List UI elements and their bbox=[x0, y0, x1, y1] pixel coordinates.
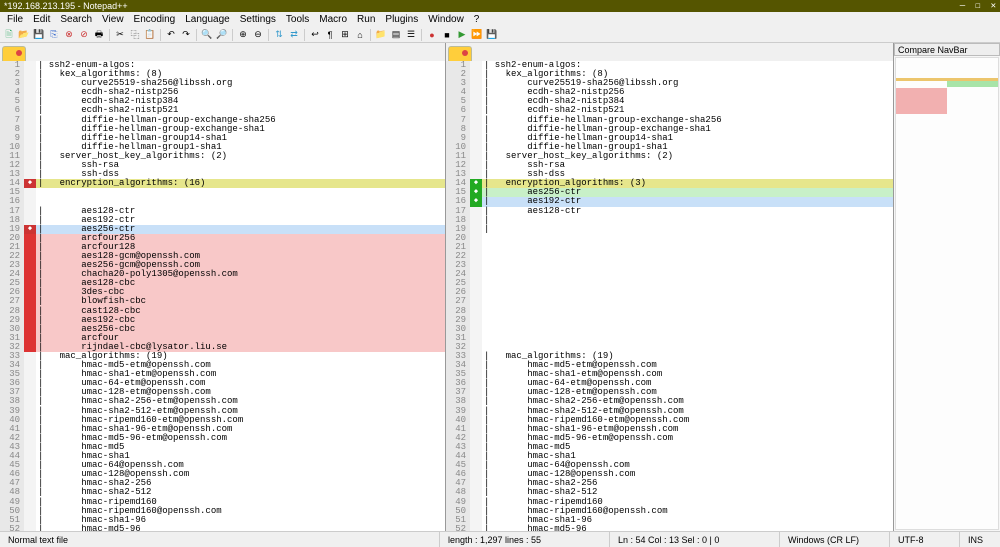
status-eol: Windows (CR LF) bbox=[780, 532, 890, 547]
separator bbox=[109, 29, 110, 41]
replace-icon[interactable]: 🔎 bbox=[215, 28, 229, 42]
left-editor[interactable]: 1234567891011121314151617181920212223242… bbox=[0, 61, 445, 531]
modified-dot-icon bbox=[16, 50, 22, 56]
left-gutter: 1234567891011121314151617181920212223242… bbox=[0, 61, 24, 531]
show-all-chars-icon[interactable]: ¶ bbox=[323, 28, 337, 42]
separator bbox=[421, 29, 422, 41]
separator bbox=[370, 29, 371, 41]
lang-icon[interactable]: ⌂ bbox=[353, 28, 367, 42]
menu-edit[interactable]: Edit bbox=[28, 14, 55, 25]
new-file-icon[interactable]: 🗎 bbox=[2, 28, 16, 42]
folder-icon[interactable]: 📁 bbox=[374, 28, 388, 42]
status-length: length : 1,297 lines : 55 bbox=[440, 532, 610, 547]
cut-icon[interactable]: ✂ bbox=[113, 28, 127, 42]
left-pane: 1234567891011121314151617181920212223242… bbox=[0, 43, 446, 531]
macro-rec-icon[interactable]: ● bbox=[425, 28, 439, 42]
separator bbox=[160, 29, 161, 41]
menu-plugins[interactable]: Plugins bbox=[380, 14, 423, 25]
window-controls: — ☐ ✕ bbox=[960, 1, 996, 11]
titlebar[interactable]: *192.168.213.195 - Notepad++ — ☐ ✕ bbox=[0, 0, 1000, 12]
left-tabstrip bbox=[0, 43, 445, 61]
status-filetype: Normal text file bbox=[0, 532, 440, 547]
paste-icon[interactable]: 📋 bbox=[143, 28, 157, 42]
menu-tools[interactable]: Tools bbox=[281, 14, 314, 25]
close-all-icon[interactable]: ⊘ bbox=[77, 28, 91, 42]
menu-file[interactable]: File bbox=[2, 14, 28, 25]
macro-play-icon[interactable]: ▶ bbox=[455, 28, 469, 42]
macro-play-multi-icon[interactable]: ⏩ bbox=[470, 28, 484, 42]
macro-save-icon[interactable]: 💾 bbox=[485, 28, 499, 42]
menu-run[interactable]: Run bbox=[352, 14, 380, 25]
minimize-button[interactable]: — bbox=[960, 1, 965, 11]
indent-guide-icon[interactable]: ⊞ bbox=[338, 28, 352, 42]
zoom-in-icon[interactable]: ⊕ bbox=[236, 28, 250, 42]
statusbar: Normal text file length : 1,297 lines : … bbox=[0, 531, 1000, 547]
left-code[interactable]: | ssh2-enum-algos:| kex_algorithms: (8)|… bbox=[36, 61, 445, 531]
menu-settings[interactable]: Settings bbox=[235, 14, 281, 25]
undo-icon[interactable]: ↶ bbox=[164, 28, 178, 42]
separator bbox=[304, 29, 305, 41]
toolbar: 🗎 📂 💾 ⎘ ⊗ ⊘ 🖶 ✂ ⿻ 📋 ↶ ↷ 🔍 🔎 ⊕ ⊖ ⇅ ⇄ ↩ ¶ … bbox=[0, 27, 1000, 43]
menu-view[interactable]: View bbox=[97, 14, 129, 25]
find-icon[interactable]: 🔍 bbox=[200, 28, 214, 42]
macro-stop-icon[interactable]: ■ bbox=[440, 28, 454, 42]
menu-window[interactable]: Window bbox=[423, 14, 469, 25]
menu-macro[interactable]: Macro bbox=[314, 14, 352, 25]
status-enc: UTF-8 bbox=[890, 532, 960, 547]
close-file-icon[interactable]: ⊗ bbox=[62, 28, 76, 42]
wordwrap-icon[interactable]: ↩ bbox=[308, 28, 322, 42]
main-area: 1234567891011121314151617181920212223242… bbox=[0, 43, 1000, 531]
sync-h-icon[interactable]: ⇄ bbox=[287, 28, 301, 42]
menubar: FileEditSearchViewEncodingLanguageSettin… bbox=[0, 12, 1000, 27]
compare-minimap[interactable] bbox=[895, 57, 999, 530]
doc-map-icon[interactable]: ▤ bbox=[389, 28, 403, 42]
separator bbox=[196, 29, 197, 41]
separator bbox=[268, 29, 269, 41]
sync-v-icon[interactable]: ⇅ bbox=[272, 28, 286, 42]
copy-icon[interactable]: ⿻ bbox=[128, 28, 142, 42]
right-tab[interactable] bbox=[448, 46, 472, 61]
close-button[interactable]: ✕ bbox=[991, 1, 996, 11]
open-file-icon[interactable]: 📂 bbox=[17, 28, 31, 42]
save-all-icon[interactable]: ⎘ bbox=[47, 28, 61, 42]
maximize-button[interactable]: ☐ bbox=[975, 1, 980, 11]
left-tab[interactable] bbox=[2, 46, 26, 61]
redo-icon[interactable]: ↷ bbox=[179, 28, 193, 42]
compare-navbar: Compare NavBar bbox=[894, 43, 1000, 531]
right-tabstrip bbox=[446, 43, 893, 61]
menu-?[interactable]: ? bbox=[469, 14, 485, 25]
right-gutter: 1234567891011121314151617181920212223242… bbox=[446, 61, 470, 531]
left-marker-column: ◆◆ bbox=[24, 61, 36, 531]
right-marker-column: ◆◆◆ bbox=[470, 61, 482, 531]
menu-search[interactable]: Search bbox=[55, 14, 97, 25]
zoom-out-icon[interactable]: ⊖ bbox=[251, 28, 265, 42]
compare-navbar-header: Compare NavBar bbox=[894, 43, 1000, 56]
save-icon[interactable]: 💾 bbox=[32, 28, 46, 42]
right-code[interactable]: | ssh2-enum-algos:| kex_algorithms: (8)|… bbox=[482, 61, 893, 531]
func-list-icon[interactable]: ☰ bbox=[404, 28, 418, 42]
window-title: *192.168.213.195 - Notepad++ bbox=[4, 1, 960, 11]
menu-language[interactable]: Language bbox=[180, 14, 235, 25]
right-editor[interactable]: 1234567891011121314151617181920212223242… bbox=[446, 61, 893, 531]
separator bbox=[232, 29, 233, 41]
print-icon[interactable]: 🖶 bbox=[92, 28, 106, 42]
status-pos: Ln : 54 Col : 13 Sel : 0 | 0 bbox=[610, 532, 780, 547]
modified-dot-icon bbox=[462, 50, 468, 56]
right-pane: 1234567891011121314151617181920212223242… bbox=[446, 43, 894, 531]
menu-encoding[interactable]: Encoding bbox=[129, 14, 181, 25]
status-mode: INS bbox=[960, 532, 1000, 547]
